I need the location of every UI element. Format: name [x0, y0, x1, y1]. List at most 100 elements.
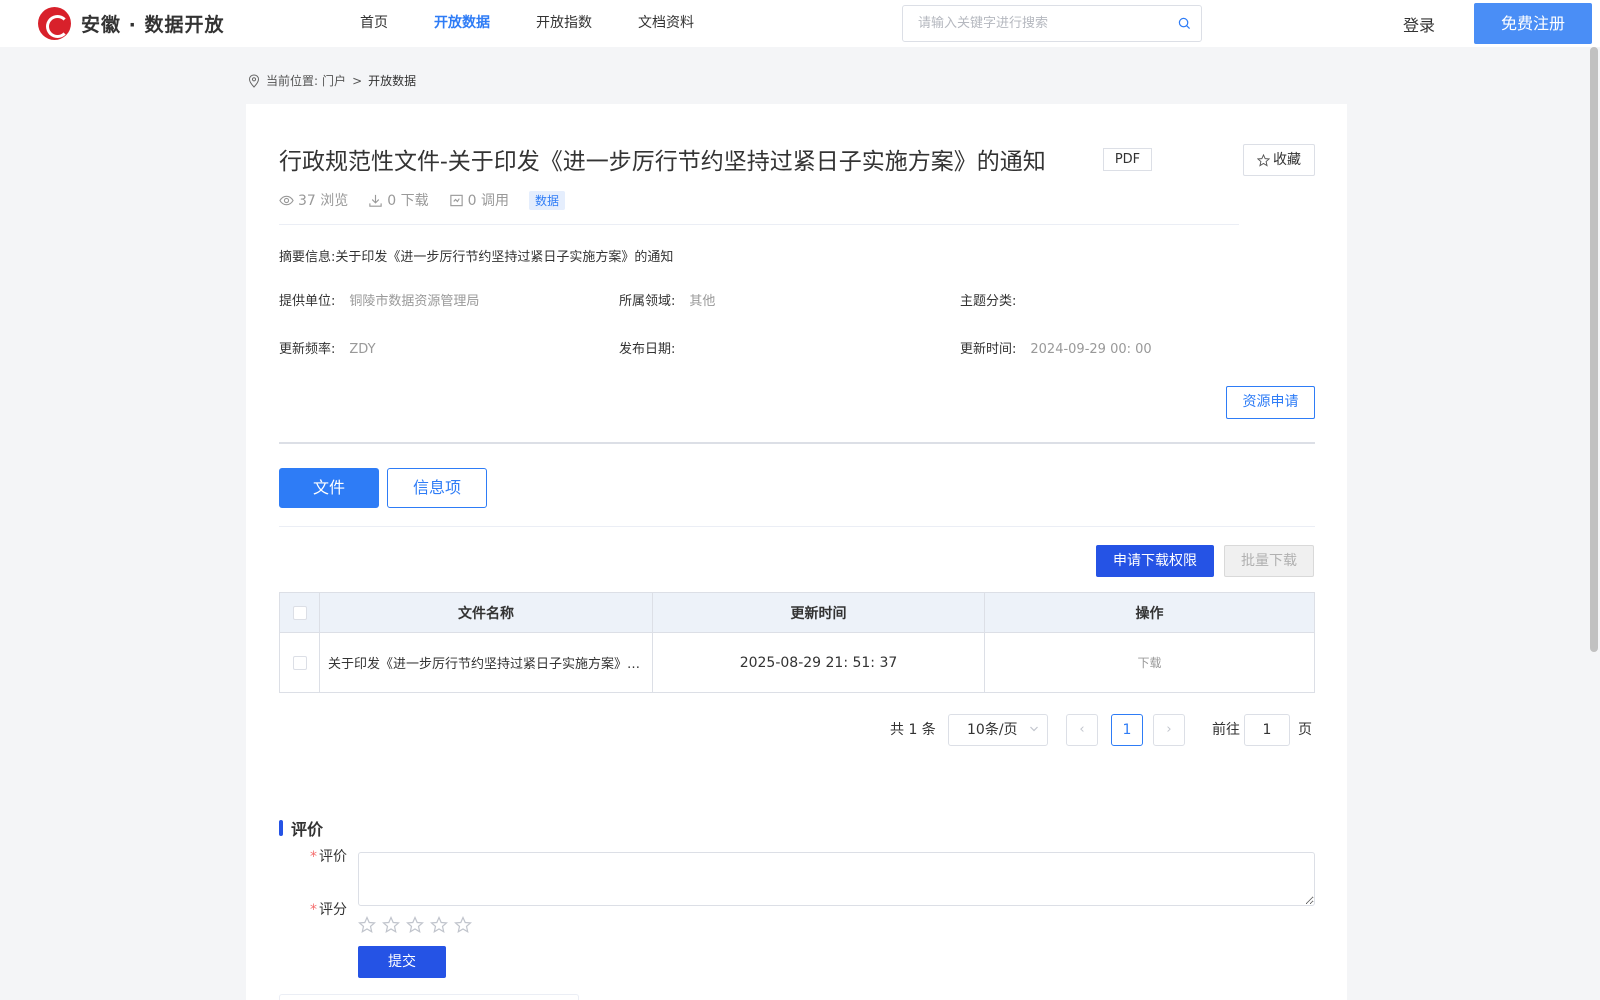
required-mark: *: [310, 849, 317, 865]
provider-value: 铜陵市数据资源管理局: [349, 294, 480, 309]
top-header: 安徽 · 数据开放 首页 开放数据 开放指数 文档资料 登录 免费注册: [0, 0, 1600, 47]
dataset-title: 行政规范性文件-关于印发《进一步厉行节约坚持过紧日子实施方案》的通知: [279, 149, 1046, 175]
dataset-detail-card: 行政规范性文件-关于印发《进一步厉行节约坚持过紧日子实施方案》的通知 PDF 收…: [246, 104, 1347, 1000]
update-time-label: 更新时间:: [960, 342, 1017, 357]
favorite-button[interactable]: 收藏: [1243, 144, 1315, 176]
frequency-value: ZDY: [349, 342, 376, 357]
comment-label: * 评价: [277, 846, 347, 866]
divider: [279, 224, 1239, 225]
review-title-text: 评价: [291, 820, 324, 839]
views-count: 37 浏览: [298, 193, 349, 209]
select-all-checkbox[interactable]: [292, 605, 307, 620]
submit-review-button[interactable]: 提交: [358, 946, 446, 978]
update-time-field: 更新时间: 2024-09-29 00: 00: [960, 338, 1152, 357]
star-rating-icon[interactable]: [430, 916, 448, 934]
comment-textarea[interactable]: [358, 852, 1315, 906]
nav-open-data[interactable]: 开放数据: [434, 0, 490, 47]
frequency-label: 更新频率:: [279, 342, 336, 357]
domain-label: 所属领域:: [619, 294, 676, 309]
row-checkbox[interactable]: [292, 655, 307, 670]
nav-documents[interactable]: 文档资料: [638, 0, 694, 47]
star-rating-icon[interactable]: [358, 916, 376, 934]
provider-label: 提供单位:: [279, 294, 336, 309]
table-header-row: 文件名称 更新时间 操作: [279, 592, 1315, 633]
rating-label-text: 评分: [319, 902, 347, 918]
request-download-button[interactable]: 申请下载权限: [1096, 545, 1214, 577]
table-row: 关于印发《进一步厉行节约坚持过紧日子实施方案》的通知 2025-08-29 21…: [279, 632, 1315, 693]
page-size-value: 10条/页: [967, 722, 1018, 738]
section-divider: [279, 442, 1315, 444]
download-link[interactable]: 下载: [984, 632, 1315, 693]
goto-label: 前往: [1212, 722, 1240, 738]
download-icon: [369, 194, 382, 207]
views-stat: 37 浏览: [279, 190, 348, 210]
logo-mark-icon: [38, 7, 71, 40]
star-rating-icon[interactable]: [406, 916, 424, 934]
col-update-time[interactable]: 更新时间: [652, 592, 985, 633]
frequency-field: 更新频率: ZDY: [279, 338, 376, 357]
favorite-label: 收藏: [1273, 152, 1301, 168]
star-outline-icon: [1257, 153, 1270, 167]
comment-label-text: 评价: [319, 849, 347, 865]
prev-page-button[interactable]: ‹: [1066, 714, 1098, 746]
goto-page-input[interactable]: 1: [1244, 714, 1290, 746]
resource-apply-button[interactable]: 资源申请: [1226, 386, 1315, 419]
location-pin-icon: [248, 73, 260, 88]
stats-row: 37 浏览 0 下载 0 调用 数据: [279, 190, 565, 210]
theme-field: 主题分类:: [960, 290, 1030, 309]
pagination-total: 共 1 条: [890, 722, 936, 738]
file-table: 文件名称 更新时间 操作 关于印发《进一步厉行节约坚持过紧日子实施方案》的通知 …: [279, 592, 1315, 693]
page-size-select[interactable]: 10条/页: [948, 714, 1048, 746]
batch-download-button[interactable]: 批量下载: [1224, 545, 1314, 577]
publish-date-field: 发布日期:: [619, 338, 689, 357]
rating-label: * 评分: [277, 899, 347, 919]
row-select-cell: [279, 632, 320, 693]
login-link[interactable]: 登录: [1403, 12, 1435, 36]
type-tag: 数据: [528, 190, 565, 210]
pagination: 共 1 条 10条/页 ‹ 1 › 前往 1 页: [246, 714, 1315, 746]
comments-list-edge: [279, 994, 579, 1000]
tab-files[interactable]: 文件: [279, 468, 379, 508]
file-update-time: 2025-08-29 21: 51: 37: [652, 632, 985, 693]
page-number-current[interactable]: 1: [1111, 714, 1143, 746]
publish-date-label: 发布日期:: [619, 342, 676, 357]
breadcrumb-separator: >: [352, 73, 363, 88]
downloads-count: 0 下载: [387, 193, 429, 209]
search-icon[interactable]: [1178, 17, 1191, 30]
tab-divider: [279, 526, 1315, 527]
col-actions: 操作: [984, 592, 1315, 633]
domain-field: 所属领域: 其他: [619, 290, 715, 309]
review-section-title: 评价: [279, 816, 323, 840]
calls-count: 0 调用: [467, 193, 509, 209]
search-box: [902, 5, 1202, 42]
nav-open-index[interactable]: 开放指数: [536, 0, 592, 47]
downloads-stat: 0 下载: [368, 190, 429, 210]
summary-text: 摘要信息:关于印发《进一步厉行节约坚持过紧日子实施方案》的通知: [279, 250, 674, 265]
scrollbar-thumb[interactable]: [1590, 47, 1598, 652]
select-all-cell: [279, 592, 320, 633]
page-suffix: 页: [1298, 722, 1312, 738]
section-accent-bar: [279, 820, 283, 836]
breadcrumb-current: 开放数据: [368, 74, 417, 88]
star-rating-icon[interactable]: [382, 916, 400, 934]
register-button[interactable]: 免费注册: [1474, 3, 1592, 44]
rating-stars[interactable]: [358, 916, 478, 934]
eye-icon: [279, 195, 294, 205]
theme-label: 主题分类:: [960, 294, 1017, 309]
format-tag: PDF: [1103, 148, 1152, 171]
api-call-icon: [449, 194, 463, 206]
breadcrumb-home[interactable]: 门户: [322, 72, 346, 89]
star-rating-icon[interactable]: [454, 916, 472, 934]
tab-info-items[interactable]: 信息项: [387, 468, 487, 508]
col-file-name[interactable]: 文件名称: [319, 592, 653, 633]
file-name: 关于印发《进一步厉行节约坚持过紧日子实施方案》的通知: [319, 632, 653, 693]
calls-stat: 0 调用: [449, 190, 509, 210]
main-nav: 首页 开放数据 开放指数 文档资料: [360, 0, 740, 47]
domain-value: 其他: [689, 294, 716, 309]
next-page-button[interactable]: ›: [1153, 714, 1185, 746]
search-input[interactable]: [903, 6, 1153, 41]
nav-home[interactable]: 首页: [360, 0, 388, 47]
site-logo[interactable]: 安徽 · 数据开放: [38, 7, 224, 40]
provider-field: 提供单位: 铜陵市数据资源管理局: [279, 290, 479, 309]
logo-text: 安徽 · 数据开放: [81, 14, 225, 36]
